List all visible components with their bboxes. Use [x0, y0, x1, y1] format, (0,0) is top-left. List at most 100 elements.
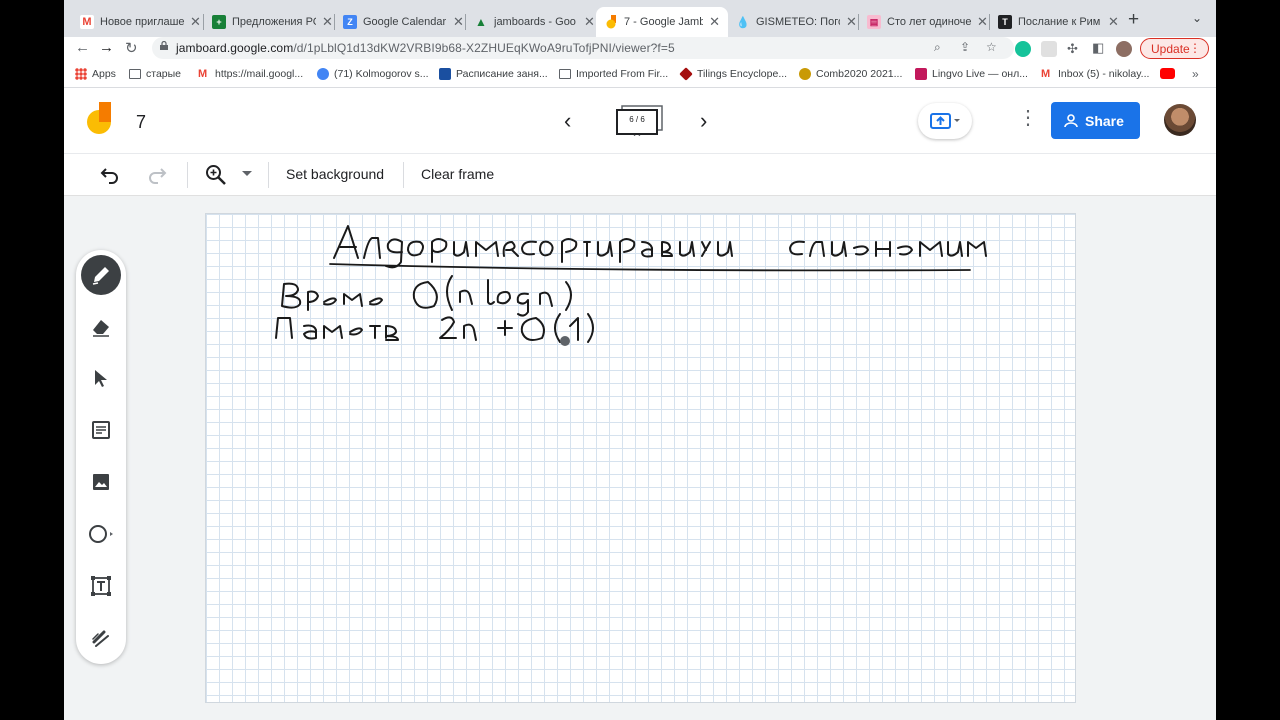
- canvas-area: [64, 196, 1216, 720]
- close-icon[interactable]: ✕: [977, 14, 988, 30]
- bookmark-label: Imported From Fir...: [576, 68, 669, 80]
- tab-title: jamboards - Goo: [494, 16, 576, 28]
- schedule-icon: [439, 68, 451, 80]
- share-page-icon[interactable]: ⇪: [960, 40, 970, 54]
- laser-tool[interactable]: [81, 618, 121, 658]
- bookmark-folder[interactable]: старые: [129, 68, 181, 80]
- update-button[interactable]: Update ⋮: [1140, 38, 1209, 59]
- zoom-dropdown-icon[interactable]: [242, 171, 252, 177]
- clear-frame-button[interactable]: Clear frame: [421, 166, 494, 182]
- tab-2[interactable]: Z Google Calendar ✕: [335, 7, 472, 37]
- jamboard-icon: [604, 15, 618, 29]
- close-icon[interactable]: ✕: [1108, 14, 1119, 30]
- shape-tool[interactable]: [81, 514, 121, 554]
- bookmark-label: старые: [146, 68, 182, 80]
- comb-icon: [799, 68, 811, 80]
- bookmark-comb2020[interactable]: Comb2020 2021...: [799, 68, 902, 80]
- bible-icon: T: [998, 15, 1012, 29]
- update-label: Update: [1151, 41, 1190, 56]
- jamboard-header: 7 ‹ 6 / 6 › ⋮ Share: [64, 88, 1216, 154]
- tab-6[interactable]: ▤ Сто лет одиноче ✕: [859, 7, 996, 37]
- handwriting-memory-line: [275, 313, 594, 343]
- eraser-tool[interactable]: [81, 307, 121, 347]
- sticky-note-tool[interactable]: [81, 410, 121, 450]
- new-tab-icon[interactable]: +: [1128, 9, 1139, 31]
- zoom-icon[interactable]: ⌕: [934, 40, 941, 55]
- back-icon[interactable]: ←: [75, 39, 90, 56]
- address-bar[interactable]: jamboard.google.com/d/1pLblQ1d13dKW2VRBI…: [152, 37, 1014, 59]
- undo-icon[interactable]: [100, 164, 120, 184]
- folder-icon: [129, 69, 141, 79]
- eraser-icon: [93, 320, 109, 337]
- bookmark-label: Apps: [92, 68, 116, 80]
- image-icon: [93, 474, 109, 490]
- youtube-icon: [1160, 68, 1175, 79]
- toolbar-divider: [403, 162, 404, 188]
- bookmark-kolmogorov[interactable]: (71) Kolmogorov s...: [317, 68, 429, 80]
- reload-icon[interactable]: ↻: [125, 39, 138, 57]
- pen-tool[interactable]: [81, 255, 121, 295]
- close-icon[interactable]: ✕: [846, 14, 857, 30]
- tab-4-active[interactable]: 7 - Google Jambo ✕: [596, 7, 728, 37]
- bookmark-label: Lingvo Live — онл...: [932, 68, 1028, 80]
- chevron-left-icon[interactable]: ‹: [564, 108, 571, 134]
- share-button[interactable]: Share: [1051, 102, 1140, 139]
- present-button[interactable]: [918, 103, 972, 139]
- forward-icon[interactable]: →: [99, 39, 114, 56]
- text-box-icon: [91, 576, 111, 596]
- tab-1[interactable]: + Предложения РС ✕: [204, 7, 341, 37]
- extension-icon[interactable]: [1041, 41, 1057, 57]
- image-tool[interactable]: [81, 462, 121, 502]
- gmail-icon: M: [198, 68, 208, 80]
- bookmark-tilings[interactable]: Tilings Encyclope...: [679, 67, 787, 81]
- url-host: jamboard.google.com: [176, 41, 294, 55]
- bookmark-lingvo[interactable]: Lingvo Live — онл...: [915, 68, 1028, 80]
- drive-icon: ▲: [475, 15, 487, 29]
- cursor-arrow-icon: [95, 370, 107, 387]
- book-icon: ▤: [867, 15, 881, 29]
- close-icon[interactable]: ✕: [453, 14, 464, 30]
- profile-avatar[interactable]: [1116, 41, 1132, 57]
- toolbar-divider: [268, 162, 269, 188]
- user-avatar[interactable]: [1164, 104, 1196, 136]
- text-box-tool[interactable]: [81, 566, 121, 606]
- grammarly-icon[interactable]: [1015, 41, 1031, 57]
- close-icon[interactable]: ✕: [322, 14, 333, 30]
- sheets-icon: +: [212, 15, 226, 29]
- tab-3[interactable]: ▲ jamboards - Goo ✕: [466, 7, 603, 37]
- zoom-in-icon[interactable]: [205, 164, 227, 186]
- close-icon[interactable]: ✕: [584, 14, 595, 30]
- chevron-right-icon[interactable]: ›: [700, 108, 707, 134]
- url-path: /d/1pLblQ1d13dKW2VRBI9b68-X2ZHUEqKWoA9ru…: [293, 41, 675, 55]
- tab-7[interactable]: T Послание к Рим ✕: [990, 7, 1127, 37]
- bookmark-apps[interactable]: Apps: [75, 68, 116, 80]
- puzzle-icon[interactable]: ✣: [1067, 41, 1078, 57]
- close-icon[interactable]: ✕: [190, 14, 201, 30]
- tab-5[interactable]: 💧 GISMETEO: Пого ✕: [728, 7, 865, 37]
- bookmark-youtube[interactable]: [1160, 68, 1180, 79]
- jam-toolbar: Set background Clear frame: [64, 154, 1216, 196]
- redo-icon[interactable]: [147, 164, 167, 184]
- browser-window: M Новое приглаше ✕ + Предложения РС ✕ Z …: [64, 0, 1216, 720]
- side-panel-icon[interactable]: ◧: [1092, 40, 1104, 56]
- more-vert-icon: ⋮: [1189, 41, 1201, 55]
- select-tool[interactable]: [81, 358, 121, 398]
- tab-title: Послание к Рим: [1018, 16, 1101, 28]
- tab-0[interactable]: M Новое приглаше ✕: [72, 7, 209, 37]
- cursor-dot: [560, 336, 570, 346]
- close-icon[interactable]: ✕: [709, 14, 720, 30]
- calendar-icon: Z: [343, 15, 357, 29]
- jam-title[interactable]: 7: [136, 112, 146, 133]
- bookmark-imported[interactable]: Imported From Fir...: [559, 68, 668, 80]
- set-background-button[interactable]: Set background: [286, 166, 384, 182]
- more-bookmarks-icon[interactable]: »: [1192, 67, 1199, 81]
- people-icon: [1064, 113, 1078, 127]
- tab-search-icon[interactable]: ⌄: [1192, 11, 1202, 25]
- bookmark-schedule[interactable]: Расписание заня...: [439, 68, 548, 80]
- bookmark-inbox[interactable]: M Inbox (5) - nikolay...: [1041, 68, 1149, 80]
- bookmark-mail[interactable]: M https://mail.googl...: [198, 68, 303, 80]
- whiteboard-frame[interactable]: [205, 213, 1076, 703]
- more-vert-icon[interactable]: ⋮: [1018, 108, 1038, 128]
- jamboard-logo-icon: [87, 102, 111, 134]
- bookmark-star-icon[interactable]: ☆: [986, 40, 997, 54]
